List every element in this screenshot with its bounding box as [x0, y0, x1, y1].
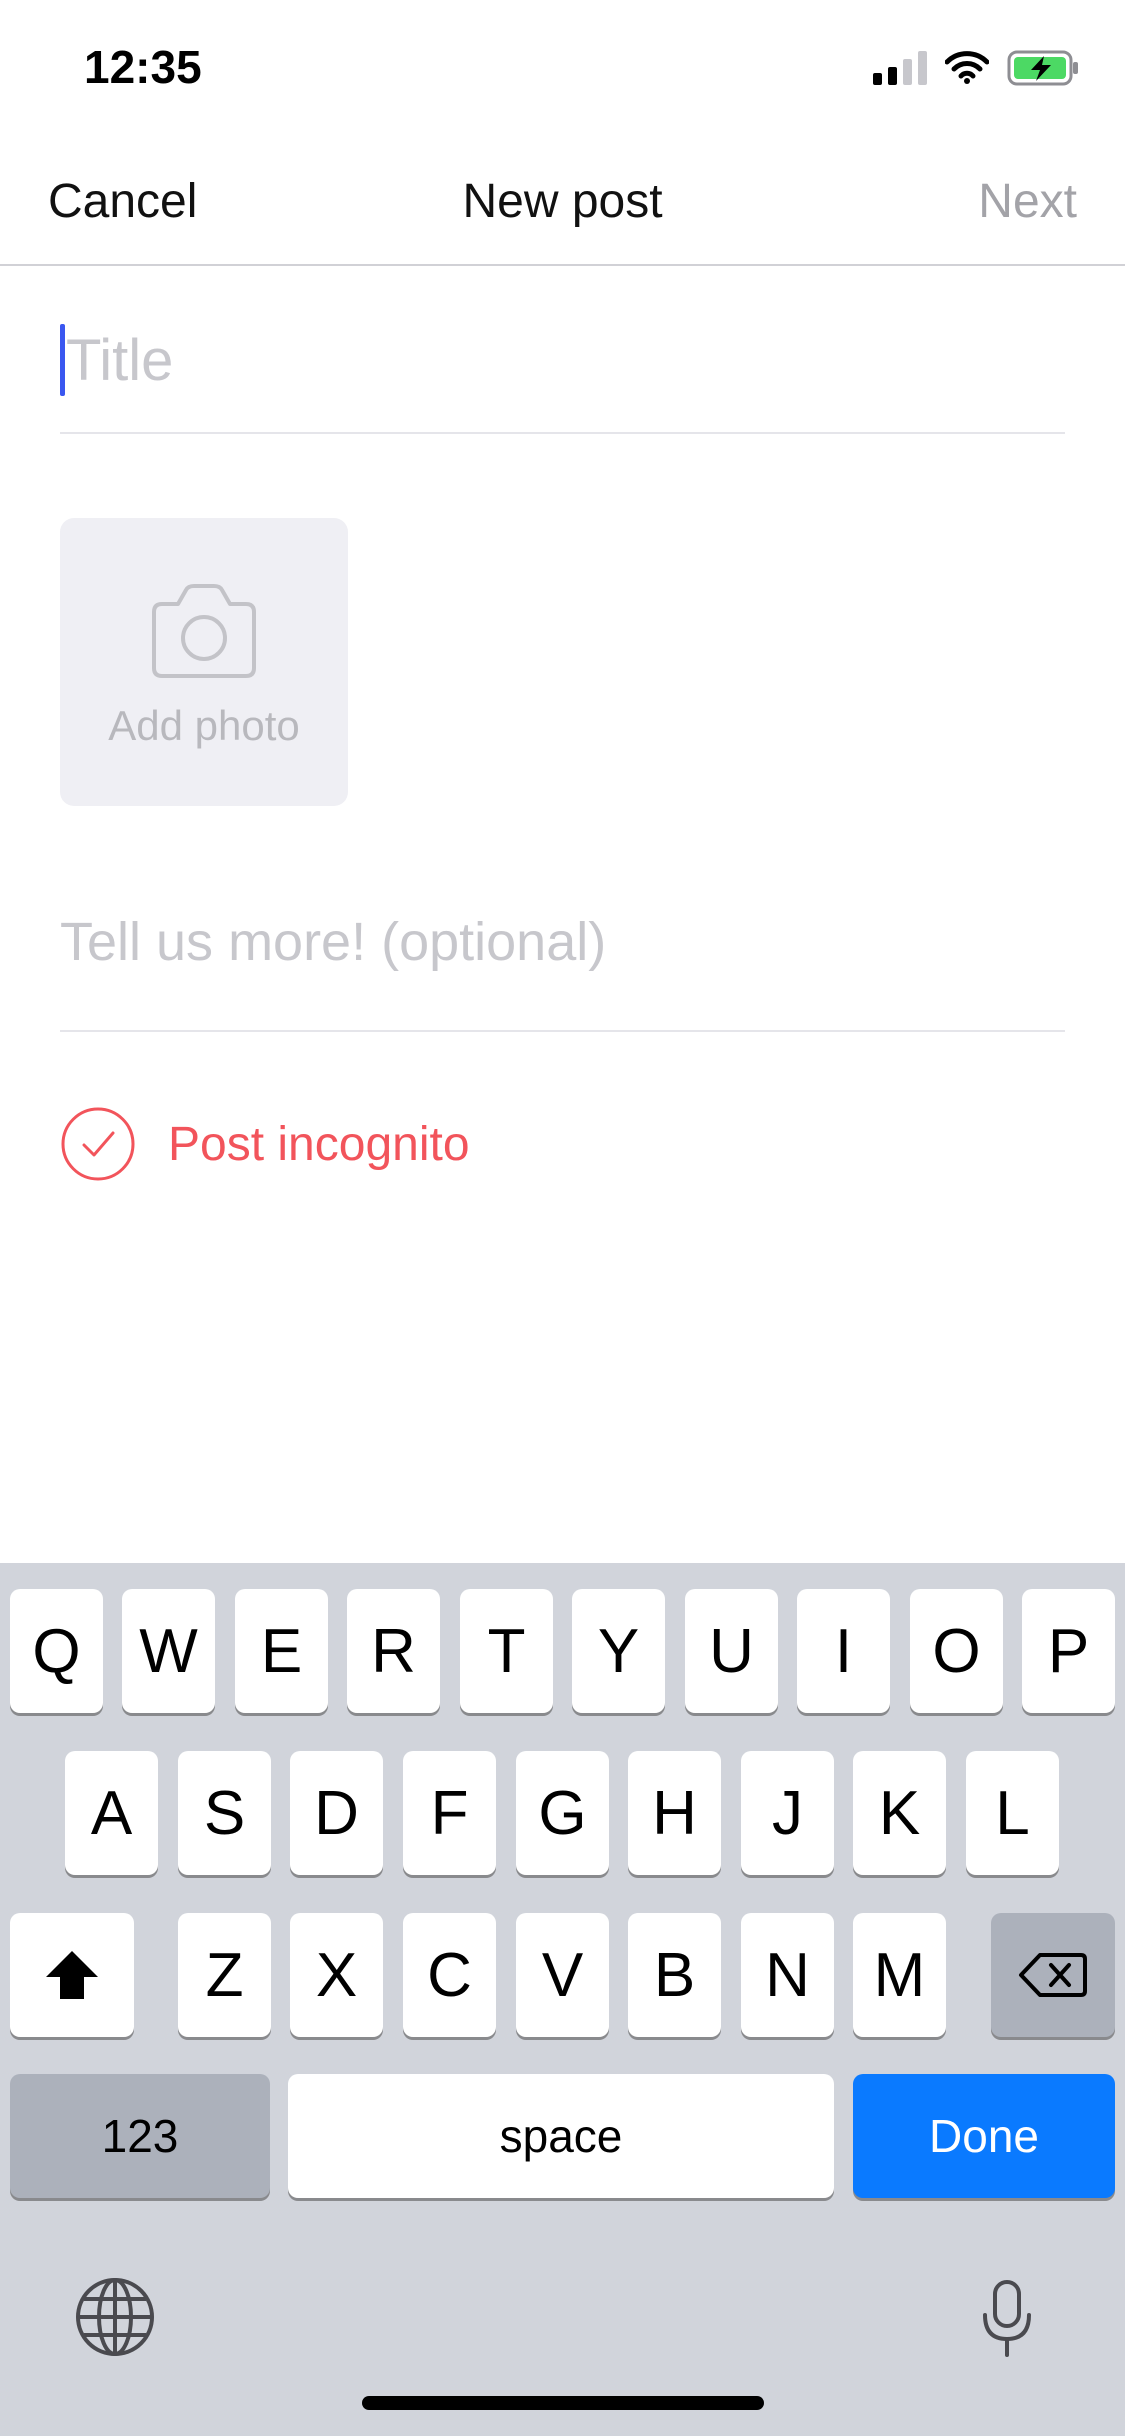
key-z[interactable]: Z: [178, 1913, 271, 2037]
signal-icon: [873, 51, 927, 85]
backspace-key[interactable]: [991, 1913, 1115, 2037]
checkmark-circle-icon: [61, 1107, 135, 1181]
status-icons: [873, 46, 1081, 90]
post-incognito-label: Post incognito: [168, 1117, 470, 1171]
shift-key[interactable]: [10, 1913, 134, 2037]
done-key[interactable]: Done: [853, 2074, 1115, 2198]
home-indicator[interactable]: [362, 2396, 764, 2410]
key-v[interactable]: V: [516, 1913, 609, 2037]
key-t[interactable]: T: [460, 1589, 553, 1713]
key-a[interactable]: A: [65, 1751, 158, 1875]
post-incognito-toggle[interactable]: Post incognito: [60, 1106, 470, 1182]
globe-button[interactable]: [74, 2276, 156, 2358]
key-w[interactable]: W: [122, 1589, 215, 1713]
key-q[interactable]: Q: [10, 1589, 103, 1713]
numbers-key[interactable]: 123: [10, 2074, 270, 2198]
next-button[interactable]: Next: [978, 174, 1077, 229]
status-time: 12:35: [84, 41, 202, 93]
wifi-icon: [945, 51, 989, 84]
key-e[interactable]: E: [235, 1589, 328, 1713]
key-f[interactable]: F: [403, 1751, 496, 1875]
key-d[interactable]: D: [290, 1751, 383, 1875]
battery-charging-icon: [1007, 50, 1078, 86]
key-o[interactable]: O: [910, 1589, 1003, 1713]
key-h[interactable]: H: [628, 1751, 721, 1875]
key-b[interactable]: B: [628, 1913, 721, 2037]
text-caret: [60, 324, 65, 396]
add-photo-label: Add photo: [108, 702, 300, 749]
keyboard: Q W E R T Y U I O P A S D F G H J K L Z …: [0, 1563, 1125, 2436]
key-m[interactable]: M: [853, 1913, 946, 2037]
status-bar: 12:35: [0, 0, 1125, 140]
key-k[interactable]: K: [853, 1751, 946, 1875]
description-field-row: [60, 890, 1065, 1032]
title-field-row: [60, 300, 1066, 434]
globe-icon: [76, 2278, 154, 2356]
key-c[interactable]: C: [403, 1913, 496, 2037]
add-photo-button[interactable]: Add photo: [60, 518, 348, 806]
microphone-icon: [983, 2280, 1031, 2357]
key-g[interactable]: G: [516, 1751, 609, 1875]
shift-icon: [46, 1951, 98, 1999]
key-l[interactable]: L: [966, 1751, 1059, 1875]
key-x[interactable]: X: [290, 1913, 383, 2037]
space-key[interactable]: space: [288, 2074, 834, 2198]
key-p[interactable]: P: [1022, 1589, 1115, 1713]
description-input[interactable]: [60, 902, 1060, 982]
camera-icon: [152, 584, 256, 678]
nav-bar: Cancel New post Next: [0, 140, 1125, 266]
key-y[interactable]: Y: [572, 1589, 665, 1713]
key-r[interactable]: R: [347, 1589, 440, 1713]
microphone-button[interactable]: [980, 2279, 1034, 2359]
key-j[interactable]: J: [741, 1751, 834, 1875]
page-title: New post: [462, 175, 663, 228]
key-u[interactable]: U: [685, 1589, 778, 1713]
key-n[interactable]: N: [741, 1913, 834, 2037]
backspace-icon: [1019, 1953, 1087, 1997]
key-s[interactable]: S: [178, 1751, 271, 1875]
title-input[interactable]: [60, 320, 1066, 400]
key-i[interactable]: I: [797, 1589, 890, 1713]
